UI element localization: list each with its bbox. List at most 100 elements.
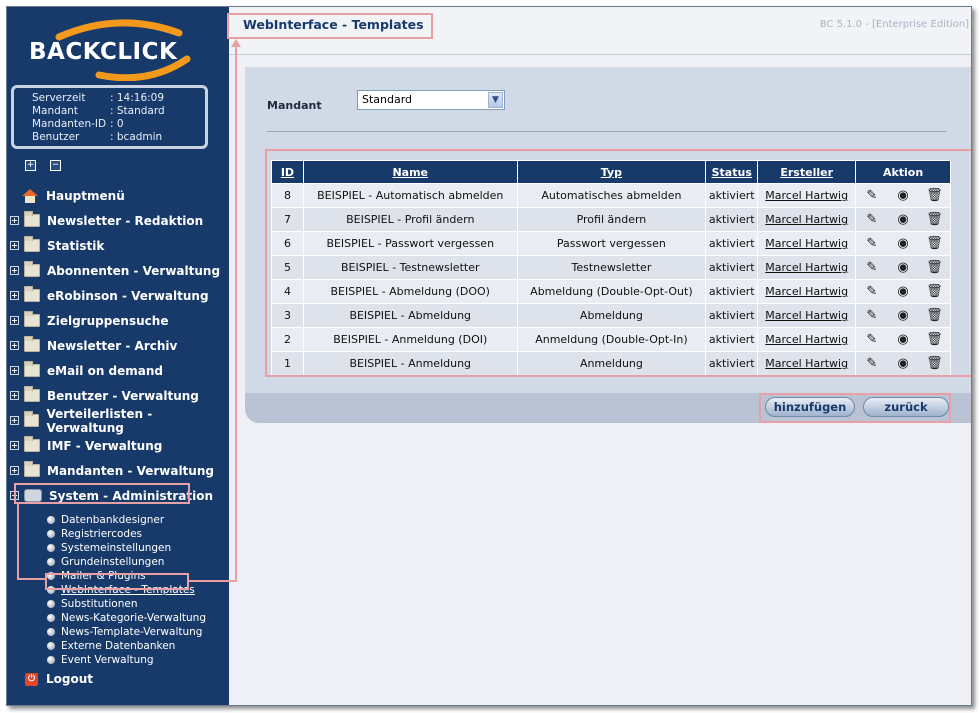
- column-header-ersteller[interactable]: Ersteller: [757, 160, 857, 184]
- cell-actions: ✎ ◉ 🗑: [855, 327, 951, 352]
- delete-icon[interactable]: 🗑: [926, 260, 943, 275]
- menu-item-mandanten-verwaltung[interactable]: + Mandanten - Verwaltung: [7, 458, 229, 483]
- submenu-item-mailer-plugins[interactable]: Mailer & Plugins: [47, 569, 206, 583]
- edit-icon[interactable]: ✎: [865, 260, 879, 275]
- menu-item-hauptmenue[interactable]: Hauptmenü: [7, 183, 229, 208]
- cell-ersteller[interactable]: Marcel Hartwig: [757, 351, 857, 376]
- expand-icon[interactable]: +: [10, 341, 19, 350]
- expand-icon[interactable]: +: [10, 266, 19, 275]
- collapse-icon[interactable]: −: [10, 491, 19, 500]
- submenu-item-webinterface-templates[interactable]: WebInterface - Templates: [47, 583, 206, 597]
- bullet-icon: [47, 628, 55, 636]
- submenu-item-substitutionen[interactable]: Substitutionen: [47, 597, 206, 611]
- edit-icon[interactable]: ✎: [865, 284, 879, 299]
- mandant-select[interactable]: Standard ▼: [357, 90, 505, 110]
- view-icon[interactable]: ◉: [896, 212, 910, 227]
- cell-ersteller[interactable]: Marcel Hartwig: [757, 207, 857, 232]
- cell-status: aktiviert: [705, 207, 759, 232]
- bullet-icon: [47, 614, 55, 622]
- submenu-item-news-template-verwaltung[interactable]: News-Template-Verwaltung: [47, 625, 206, 639]
- view-icon[interactable]: ◉: [896, 284, 910, 299]
- expand-icon[interactable]: +: [10, 291, 19, 300]
- cell-ersteller[interactable]: Marcel Hartwig: [757, 183, 857, 208]
- view-icon[interactable]: ◉: [896, 188, 910, 203]
- delete-icon[interactable]: 🗑: [926, 308, 943, 323]
- expand-icon[interactable]: +: [10, 416, 19, 425]
- edit-icon[interactable]: ✎: [865, 188, 879, 203]
- expand-icon[interactable]: +: [10, 391, 19, 400]
- column-header-aktion: Aktion: [855, 160, 951, 184]
- column-header-id[interactable]: ID: [271, 160, 304, 184]
- submenu-item-grundeinstellungen[interactable]: Grundeinstellungen: [47, 555, 206, 569]
- add-button[interactable]: hinzufügen: [765, 397, 855, 417]
- cell-ersteller[interactable]: Marcel Hartwig: [757, 279, 857, 304]
- menu-item-erobinson-verwaltung[interactable]: + eRobinson - Verwaltung: [7, 283, 229, 308]
- table-row: 2 BEISPIEL - Anmeldung (DOI) Anmeldung (Do…: [271, 327, 951, 352]
- expand-icon[interactable]: +: [10, 466, 19, 475]
- column-header-typ[interactable]: Typ: [516, 160, 707, 184]
- expand-icon[interactable]: +: [10, 366, 19, 375]
- cell-typ: Profil ändern: [516, 207, 707, 232]
- power-icon: ⏻: [25, 672, 38, 686]
- delete-icon[interactable]: 🗑: [926, 356, 943, 371]
- view-icon[interactable]: ◉: [896, 356, 910, 371]
- sidebar: BACKCLICK Serverzeit: 14:16:09 Mandant: …: [7, 7, 229, 705]
- info-row-benutzer: Benutzer: bcadmin: [32, 131, 163, 143]
- menu-item-benutzer-verwaltung[interactable]: + Benutzer - Verwaltung: [7, 383, 229, 408]
- menu-item-zielgruppensuche[interactable]: + Zielgruppensuche: [7, 308, 229, 333]
- delete-icon[interactable]: 🗑: [926, 212, 943, 227]
- delete-icon[interactable]: 🗑: [926, 284, 943, 299]
- cell-ersteller[interactable]: Marcel Hartwig: [757, 303, 857, 328]
- view-icon[interactable]: ◉: [896, 236, 910, 251]
- view-icon[interactable]: ◉: [896, 308, 910, 323]
- expand-icon[interactable]: +: [10, 241, 19, 250]
- menu-item-email-on-demand[interactable]: + eMail on demand: [7, 358, 229, 383]
- menu-item-system-administration[interactable]: − System - Administration: [7, 483, 229, 508]
- submenu-item-registriercodes[interactable]: Registriercodes: [47, 527, 206, 541]
- edit-icon[interactable]: ✎: [865, 356, 879, 371]
- menu-item-newsletter-archiv[interactable]: + Newsletter - Archiv: [7, 333, 229, 358]
- table-row: 7 BEISPIEL - Profil ändern Profil ändern ak…: [271, 207, 951, 232]
- menu-item-newsletter-redaktion[interactable]: + Newsletter - Redaktion: [7, 208, 229, 233]
- expand-all-icon[interactable]: +: [25, 160, 36, 171]
- logout-link[interactable]: ⏻ Logout: [7, 669, 93, 689]
- expand-icon[interactable]: +: [10, 216, 19, 225]
- column-header-name[interactable]: Name: [302, 160, 518, 184]
- action-group: ✎ ◉ 🗑: [856, 353, 950, 375]
- submenu-item-systemeinstellungen[interactable]: Systemeinstellungen: [47, 541, 206, 555]
- folder-icon: [24, 336, 40, 352]
- back-button[interactable]: zurück: [863, 397, 949, 417]
- view-icon[interactable]: ◉: [896, 332, 910, 347]
- submenu-item-event-verwaltung[interactable]: Event Verwaltung: [47, 653, 206, 667]
- cell-status: aktiviert: [705, 279, 759, 304]
- edit-icon[interactable]: ✎: [865, 332, 879, 347]
- cell-ersteller[interactable]: Marcel Hartwig: [757, 327, 857, 352]
- menu-item-statistik[interactable]: + Statistik: [7, 233, 229, 258]
- expand-icon[interactable]: +: [10, 441, 19, 450]
- cell-id: 3: [271, 303, 304, 328]
- cell-ersteller[interactable]: Marcel Hartwig: [757, 255, 857, 280]
- column-header-status[interactable]: Status: [705, 160, 759, 184]
- menu-item-imf-verwaltung[interactable]: + IMF - Verwaltung: [7, 433, 229, 458]
- table-row: 4 BEISPIEL - Abmeldung (DOO) Abmeldung (Do…: [271, 279, 951, 304]
- table-row: 5 BEISPIEL - Testnewsletter Testnewsletter…: [271, 255, 951, 280]
- system-submenu: Datenbankdesigner Registriercodes System…: [47, 513, 206, 667]
- menu-item-verteilerlisten-verwaltung[interactable]: + Verteilerlisten - Verwaltung: [7, 407, 229, 435]
- expand-icon[interactable]: +: [10, 316, 19, 325]
- delete-icon[interactable]: 🗑: [926, 236, 943, 251]
- edit-icon[interactable]: ✎: [865, 308, 879, 323]
- table-header-row: ID Name Typ Status Ersteller Aktion: [271, 160, 951, 184]
- collapse-all-icon[interactable]: −: [50, 160, 61, 171]
- delete-icon[interactable]: 🗑: [926, 188, 943, 203]
- edit-icon[interactable]: ✎: [865, 236, 879, 251]
- delete-icon[interactable]: 🗑: [926, 332, 943, 347]
- view-icon[interactable]: ◉: [896, 260, 910, 275]
- cell-ersteller[interactable]: Marcel Hartwig: [757, 231, 857, 256]
- menu-item-abonnenten-verwaltung[interactable]: + Abonnenten - Verwaltung: [7, 258, 229, 283]
- submenu-item-news-kategorie-verwaltung[interactable]: News-Kategorie-Verwaltung: [47, 611, 206, 625]
- cell-id: 2: [271, 327, 304, 352]
- chevron-down-icon[interactable]: ▼: [488, 92, 503, 108]
- submenu-item-datenbankdesigner[interactable]: Datenbankdesigner: [47, 513, 206, 527]
- edit-icon[interactable]: ✎: [865, 212, 879, 227]
- submenu-item-externe-datenbanken[interactable]: Externe Datenbanken: [47, 639, 206, 653]
